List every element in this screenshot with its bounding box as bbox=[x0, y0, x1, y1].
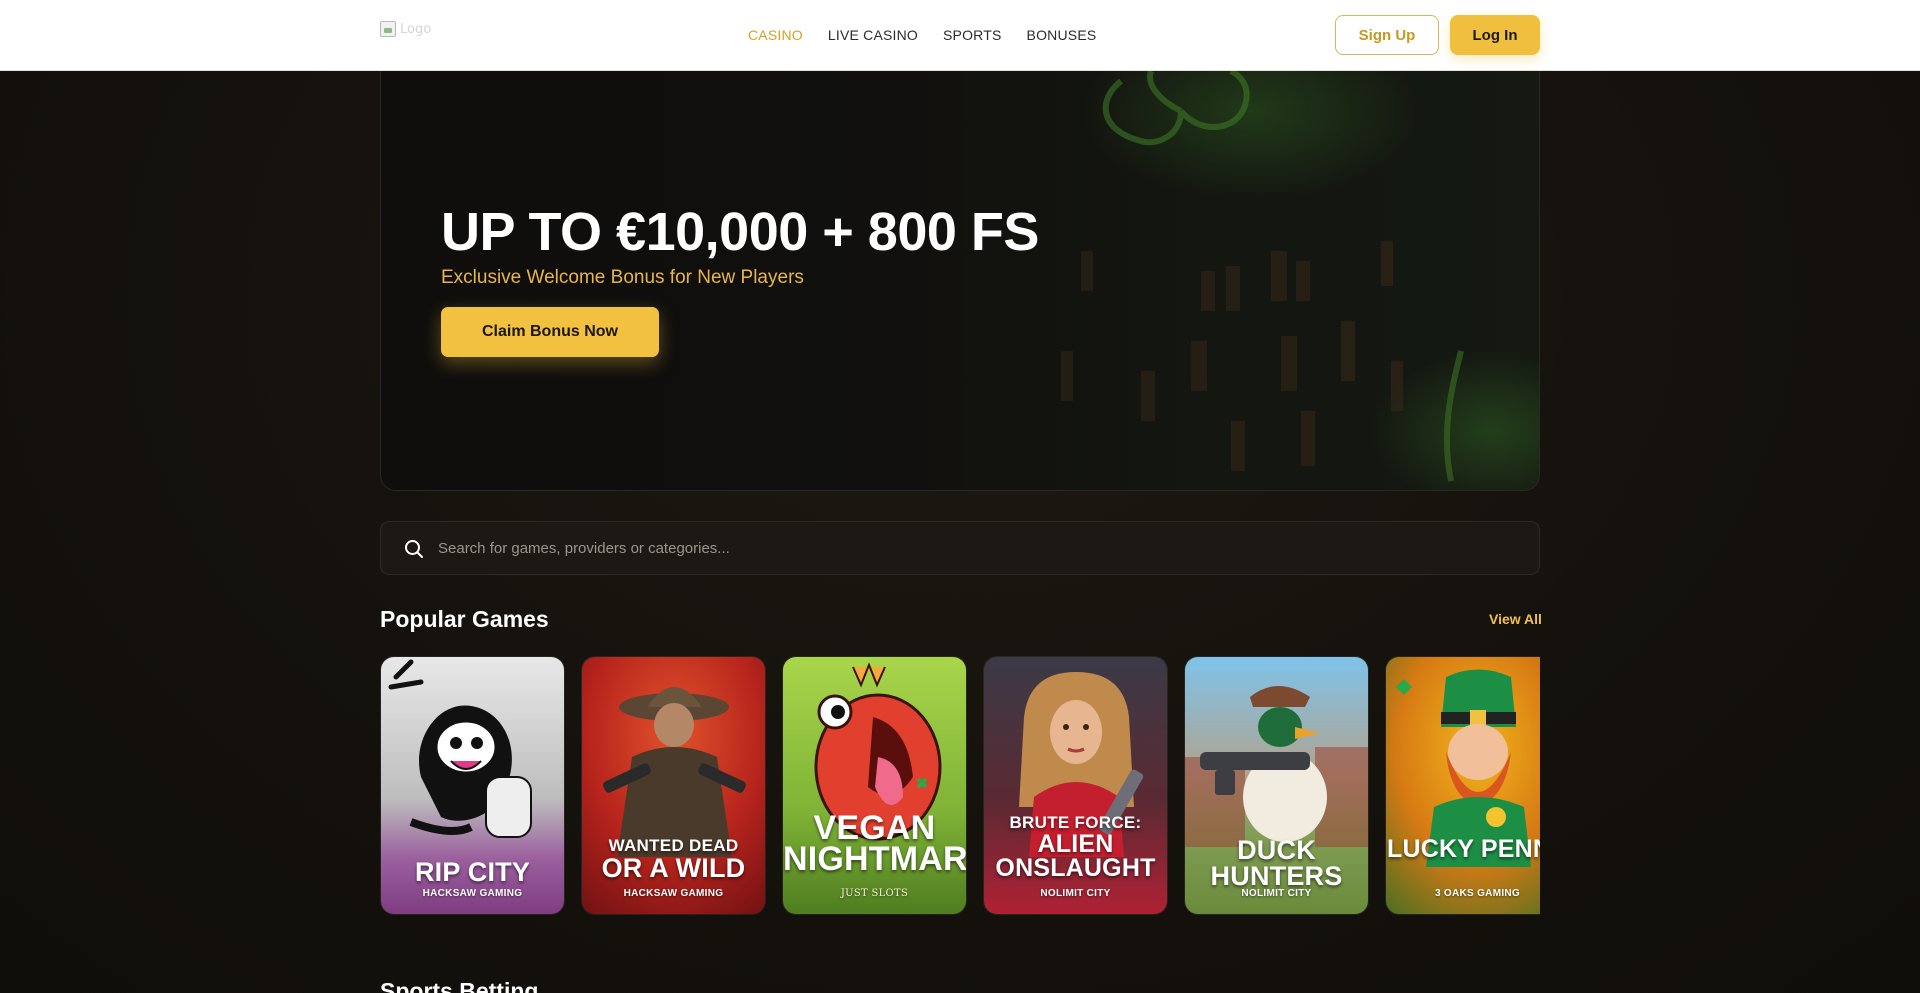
game-card-wanted-dead-or-a-wild[interactable]: WANTED DEAD OR A WILD HACKSAW GAMING bbox=[581, 656, 766, 915]
sign-up-button[interactable]: Sign Up bbox=[1335, 15, 1439, 55]
popular-games-heading: Popular Games bbox=[380, 606, 549, 632]
logo-alt-text: Logo bbox=[400, 21, 432, 37]
log-in-button[interactable]: Log In bbox=[1450, 15, 1540, 55]
hero-banner: UP TO €10,000 + 800 FS Exclusive Welcome… bbox=[380, 71, 1540, 491]
game-thumbnail bbox=[1386, 657, 1540, 914]
broken-image-icon bbox=[380, 21, 396, 37]
site-logo[interactable]: Logo bbox=[380, 18, 440, 40]
game-card-lucky-penny[interactable]: LUCKY PENNY 3 OAKS GAMING bbox=[1385, 656, 1540, 915]
game-title: VEGAN NIGHTMARE bbox=[783, 809, 967, 878]
main-nav: CASINO LIVE CASINO SPORTS BONUSES bbox=[748, 0, 1096, 70]
hero-title: UP TO €10,000 + 800 FS bbox=[441, 202, 1039, 262]
search-input[interactable] bbox=[438, 522, 1518, 574]
nav-sports[interactable]: SPORTS bbox=[943, 27, 1002, 43]
search-icon bbox=[405, 540, 423, 558]
game-card-vegan-nightmare[interactable]: VEGAN NIGHTMARE JUST SLOTS bbox=[782, 656, 967, 915]
game-provider: NOLIMIT CITY bbox=[1241, 888, 1312, 899]
nav-casino[interactable]: CASINO bbox=[748, 27, 803, 43]
site-header: Logo CASINO LIVE CASINO SPORTS BONUSES S… bbox=[0, 0, 1920, 71]
game-title: WANTED DEAD OR A WILD bbox=[601, 836, 746, 884]
popular-games-carousel: RIP CITY HACKSAW GAMING WANTED DEAD OR A… bbox=[380, 656, 1540, 916]
game-provider: NOLIMIT CITY bbox=[1040, 888, 1111, 899]
view-all-link[interactable]: View All bbox=[1489, 611, 1542, 627]
game-provider: HACKSAW GAMING bbox=[422, 888, 523, 899]
sports-betting-heading: Sports Betting bbox=[380, 978, 539, 993]
game-title: BRUTE FORCE: ALIEN ONSLAUGHT bbox=[995, 813, 1156, 882]
game-provider: 3 OAKS GAMING bbox=[1434, 888, 1521, 899]
game-provider: JUST SLOTS bbox=[840, 888, 909, 899]
nav-bonuses[interactable]: BONUSES bbox=[1027, 27, 1097, 43]
claim-bonus-button[interactable]: Claim Bonus Now bbox=[441, 307, 659, 357]
game-provider: HACKSAW GAMING bbox=[623, 888, 724, 899]
game-card-duck-hunters[interactable]: DUCK HUNTERS NOLIMIT CITY bbox=[1184, 656, 1369, 915]
game-search-bar bbox=[380, 521, 1540, 575]
game-card-brute-force-alien-onslaught[interactable]: BRUTE FORCE: ALIEN ONSLAUGHT NOLIMIT CIT… bbox=[983, 656, 1168, 915]
game-title: LUCKY PENNY bbox=[1387, 835, 1540, 863]
hero-subtitle: Exclusive Welcome Bonus for New Players bbox=[441, 267, 804, 288]
game-title: RIP CITY bbox=[414, 857, 531, 887]
game-title: DUCK HUNTERS bbox=[1210, 835, 1343, 891]
game-card-rip-city[interactable]: RIP CITY HACKSAW GAMING bbox=[380, 656, 565, 915]
nav-live-casino[interactable]: LIVE CASINO bbox=[828, 27, 918, 43]
